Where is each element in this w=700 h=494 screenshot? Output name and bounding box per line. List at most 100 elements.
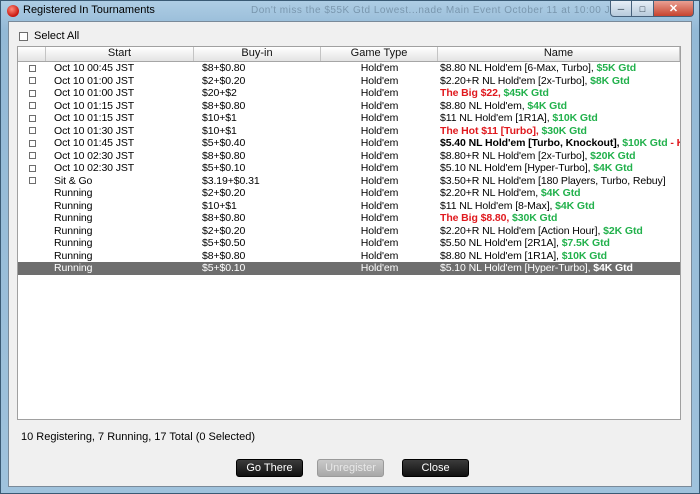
table-row[interactable]: Running $5+$0.50 Hold'em $5.50 NL Hold'em [… bbox=[18, 237, 680, 250]
name-cell: $2.20+R NL Hold'em [Action Hour], $2K Gt… bbox=[438, 225, 680, 238]
guarantee-text: $4K Gtd bbox=[593, 262, 633, 274]
row-select-cell bbox=[18, 237, 46, 250]
start-cell: Running bbox=[54, 199, 93, 212]
column-header-game-type[interactable]: Game Type bbox=[321, 47, 438, 61]
game-type-cell: Hold'em bbox=[360, 137, 399, 149]
column-header-start[interactable]: Start bbox=[46, 47, 194, 61]
game-type-cell: Hold'em bbox=[360, 149, 399, 162]
guarantee-text: $4K Gtd bbox=[527, 99, 567, 112]
row-select-cell bbox=[18, 212, 46, 225]
close-button[interactable]: Close bbox=[402, 459, 469, 477]
table-row[interactable]: Oct 10 02:30 JST $8+$0.80 Hold'em $8.80+R N… bbox=[18, 150, 680, 163]
table-row[interactable]: Running $8+$0.80 Hold'em The Big $8.80, $30… bbox=[18, 212, 680, 225]
table-row[interactable]: Oct 10 02:30 JST $5+$0.10 Hold'em $5.10 NL … bbox=[18, 162, 680, 175]
start-cell: Running bbox=[54, 249, 93, 262]
minimize-icon[interactable]: ─ bbox=[610, 1, 632, 17]
tournament-name-text: $3.50+R NL Hold'em [180 Players, Turbo, … bbox=[440, 174, 666, 187]
table-row[interactable]: Running $2+$0.20 Hold'em $2.20+R NL Hold'em… bbox=[18, 225, 680, 238]
row-checkbox[interactable] bbox=[28, 89, 36, 97]
buyin-cell: $8+$0.80 bbox=[202, 249, 246, 262]
name-cell: The Hot $11 [Turbo], $30K Gtd bbox=[438, 125, 680, 138]
go-there-button[interactable]: Go There bbox=[236, 459, 303, 477]
row-select-cell bbox=[18, 75, 46, 88]
guarantee-text: $4K Gtd bbox=[555, 199, 595, 212]
title-bar[interactable]: Registered In Tournaments Don't miss the… bbox=[1, 1, 699, 21]
select-all-control[interactable]: Select All bbox=[19, 30, 79, 42]
start-cell: Oct 10 01:15 JST bbox=[54, 99, 135, 112]
table-row[interactable]: Oct 10 01:00 JST $20+$2 Hold'em The Big $22… bbox=[18, 87, 680, 100]
select-all-checkbox[interactable] bbox=[19, 31, 28, 41]
name-cell: $8.80 NL Hold'em, $4K Gtd bbox=[438, 100, 680, 113]
window-title: Registered In Tournaments bbox=[23, 4, 155, 16]
tournament-name-text: The Big $8.80, bbox=[440, 212, 513, 224]
guarantee-text: $20K Gtd bbox=[590, 149, 636, 162]
row-checkbox[interactable] bbox=[28, 114, 36, 122]
row-select-cell bbox=[18, 200, 46, 213]
table-row[interactable]: Running $2+$0.20 Hold'em $2.20+R NL Hold'em… bbox=[18, 187, 680, 200]
tournament-list[interactable]: Start Buy-in Game Type Name Oct 10 00:45… bbox=[17, 46, 681, 420]
table-row[interactable]: Oct 10 01:15 JST $10+$1 Hold'em $11 NL Hold… bbox=[18, 112, 680, 125]
column-header-select[interactable] bbox=[18, 47, 46, 61]
row-select-cell bbox=[18, 87, 46, 100]
table-row[interactable]: Oct 10 01:30 JST $10+$1 Hold'em The Hot $11… bbox=[18, 125, 680, 138]
row-checkbox[interactable] bbox=[28, 152, 36, 160]
tournament-name-text: $5.10 NL Hold'em [Hyper-Turbo], bbox=[440, 162, 594, 174]
buyin-cell: $10+$1 bbox=[202, 199, 237, 212]
background-banner-text: Don't miss the $55K Gtd Lowest...nade Ma… bbox=[251, 5, 624, 16]
row-checkbox[interactable] bbox=[28, 64, 36, 72]
buyin-cell: $5+$0.10 bbox=[202, 262, 246, 274]
maximize-icon[interactable]: □ bbox=[632, 1, 654, 17]
game-type-cell: Hold'em bbox=[360, 224, 399, 237]
table-row[interactable]: Running $5+$0.10 Hold'em $5.10 NL Hold'em [… bbox=[18, 262, 680, 275]
row-select-cell bbox=[18, 162, 46, 175]
poker-app-icon bbox=[7, 5, 19, 17]
row-select-cell bbox=[18, 225, 46, 238]
guarantee-text: $10K Gtd bbox=[561, 249, 607, 262]
buyin-cell: $8+$0.80 bbox=[202, 212, 246, 224]
table-row[interactable]: Running $10+$1 Hold'em $11 NL Hold'em [8-Ma… bbox=[18, 200, 680, 213]
column-header-buyin[interactable]: Buy-in bbox=[194, 47, 321, 61]
table-row[interactable]: Oct 10 00:45 JST $8+$0.80 Hold'em $8.80 NL … bbox=[18, 62, 680, 75]
table-row[interactable]: Oct 10 01:15 JST $8+$0.80 Hold'em $8.80 NL … bbox=[18, 100, 680, 113]
table-row[interactable]: Oct 10 01:00 JST $2+$0.20 Hold'em $2.20+R N… bbox=[18, 75, 680, 88]
tournament-name-text: $2.20+R NL Hold'em [2x-Turbo], bbox=[440, 74, 591, 87]
name-cell: $2.20+R NL Hold'em, $4K Gtd bbox=[438, 187, 680, 200]
row-select-cell bbox=[18, 250, 46, 263]
name-cell: The Big $22, $45K Gtd bbox=[438, 87, 680, 100]
row-checkbox[interactable] bbox=[28, 177, 36, 185]
table-row[interactable]: Running $8+$0.80 Hold'em $8.80 NL Hold'em [… bbox=[18, 250, 680, 263]
row-checkbox[interactable] bbox=[28, 127, 36, 135]
name-cell: $5.10 NL Hold'em [Hyper-Turbo], $4K Gtd bbox=[438, 162, 680, 175]
name-cell: $8.80 NL Hold'em [1R1A], $10K Gtd bbox=[438, 250, 680, 263]
row-checkbox[interactable] bbox=[28, 77, 36, 85]
game-type-cell: Hold'em bbox=[360, 62, 399, 74]
name-cell: $8.80+R NL Hold'em [2x-Turbo], $20K Gtd bbox=[438, 150, 680, 163]
column-header-name[interactable]: Name bbox=[438, 47, 680, 61]
game-type-cell: Hold'em bbox=[360, 162, 399, 174]
start-cell: Oct 10 01:00 JST bbox=[54, 74, 135, 87]
row-select-cell bbox=[18, 262, 46, 275]
start-cell: Oct 10 02:30 JST bbox=[54, 162, 135, 174]
start-cell: Oct 10 00:45 JST bbox=[54, 62, 135, 74]
select-all-label: Select All bbox=[34, 30, 80, 42]
row-checkbox[interactable] bbox=[28, 139, 36, 147]
tournament-name-text: - Kno... bbox=[670, 137, 680, 149]
close-window-icon[interactable]: ✕ bbox=[654, 1, 694, 17]
start-cell: Oct 10 01:30 JST bbox=[54, 124, 135, 137]
game-type-cell: Hold'em bbox=[360, 187, 399, 199]
start-cell: Oct 10 01:15 JST bbox=[54, 112, 135, 124]
tournament-name-text: $5.40 NL Hold'em [Turbo, Knockout], bbox=[440, 137, 623, 149]
dialog-body: Select All Start Buy-in Game Type Name O… bbox=[8, 21, 692, 487]
row-select-cell bbox=[18, 137, 46, 150]
row-checkbox[interactable] bbox=[28, 164, 36, 172]
guarantee-text: $30K Gtd bbox=[512, 212, 558, 224]
tournament-name-text: $8.80 NL Hold'em, bbox=[440, 99, 528, 112]
start-cell: Oct 10 01:45 JST bbox=[54, 137, 135, 149]
unregister-button[interactable]: Unregister bbox=[317, 459, 384, 477]
table-row[interactable]: Oct 10 01:45 JST $5+$0.40 Hold'em $5.40 NL … bbox=[18, 137, 680, 150]
start-cell: Oct 10 01:00 JST bbox=[54, 87, 135, 99]
row-checkbox[interactable] bbox=[28, 102, 36, 110]
buyin-cell: $8+$0.80 bbox=[202, 62, 246, 74]
row-select-cell bbox=[18, 187, 46, 200]
table-row[interactable]: Sit & Go $3.19+$0.31 Hold'em $3.50+R NL Hol… bbox=[18, 175, 680, 188]
